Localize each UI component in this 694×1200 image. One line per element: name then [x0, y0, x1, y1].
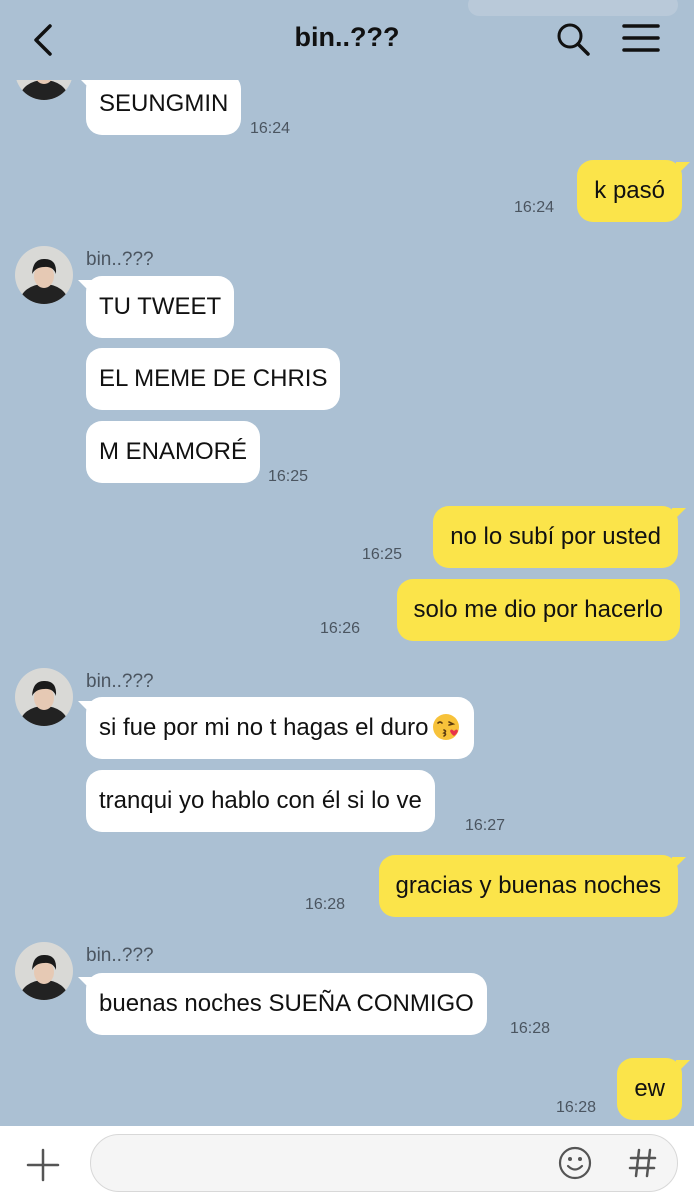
message-bubble[interactable]: ew: [617, 1058, 682, 1120]
bubble-tail: [78, 280, 92, 294]
message-time: 16:28: [305, 896, 346, 913]
bubble-tail: [676, 162, 690, 176]
message-time: 16:25: [362, 546, 403, 563]
message-text: si fue por mi no t hagas el duro: [99, 714, 429, 741]
message-time: 16:27: [465, 817, 506, 834]
avatar[interactable]: [15, 942, 73, 1000]
message-time: 16:28: [510, 1020, 551, 1037]
avatar[interactable]: [15, 246, 73, 304]
chat-header: bin..???: [0, 0, 694, 80]
smiley-icon[interactable]: [557, 1145, 593, 1181]
message-time: 16:28: [556, 1099, 597, 1116]
bubble-tail: [672, 857, 686, 871]
composer-bar: [0, 1126, 694, 1200]
message-time: 16:24: [514, 199, 555, 216]
message-bubble[interactable]: solo me dio por hacerlo: [396, 579, 680, 641]
sender-name: bin..???: [86, 671, 154, 692]
message-bubble[interactable]: tranqui yo hablo con él si lo ve: [86, 770, 435, 832]
message-time: 16:26: [320, 620, 361, 637]
avatar[interactable]: [15, 668, 73, 726]
bubble-tail: [676, 1060, 690, 1074]
sender-name: bin..???: [86, 249, 154, 270]
message-bubble[interactable]: k pasó: [577, 160, 682, 222]
face-blowing-kiss-emoji: [432, 713, 459, 740]
message-time: 16:25: [268, 468, 309, 485]
bubble-tail: [672, 508, 686, 522]
message-bubble[interactable]: EL MEME DE CHRIS: [86, 348, 341, 410]
sender-name: bin..???: [86, 945, 154, 966]
header-overlay: [468, 0, 678, 16]
message-time: 16:24: [250, 120, 291, 137]
message-bubble[interactable]: M ENAMORÉ: [86, 421, 261, 483]
message-bubble[interactable]: TU TWEET: [86, 276, 235, 338]
message-bubble[interactable]: no lo subí por usted: [433, 506, 678, 568]
message-bubble[interactable]: SEUNGMIN: [86, 73, 242, 135]
message-bubble[interactable]: si fue por mi no t hagas el duro: [86, 697, 474, 759]
search-icon[interactable]: [554, 20, 592, 58]
hamburger-menu-icon[interactable]: [622, 22, 660, 54]
hashtag-icon[interactable]: [625, 1145, 661, 1181]
message-bubble[interactable]: gracias y buenas noches: [378, 855, 678, 917]
message-input-container[interactable]: [90, 1134, 678, 1193]
plus-icon[interactable]: [26, 1148, 60, 1182]
message-input[interactable]: [111, 1135, 555, 1193]
message-bubble[interactable]: buenas noches SUEÑA CONMIGO: [86, 973, 487, 1035]
